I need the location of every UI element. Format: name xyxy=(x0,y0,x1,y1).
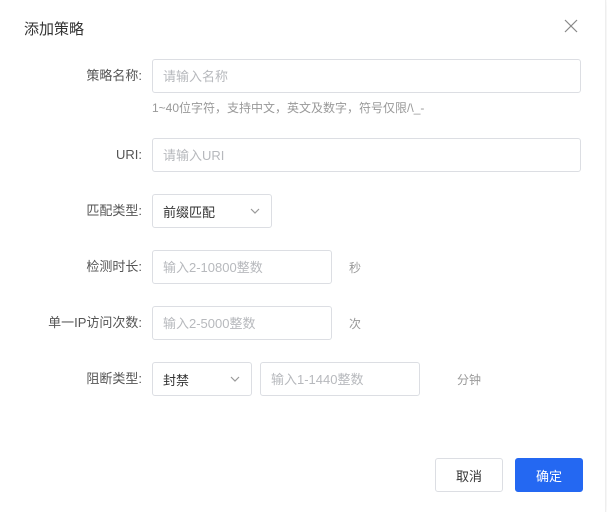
match-type-select[interactable]: 前缀匹配 xyxy=(152,194,272,228)
ip-count-suffix: 次 xyxy=(349,315,361,332)
label-uri: URI: xyxy=(24,138,152,172)
row-policy-name: 策略名称: 1~40位字符，支持中文，英文及数字，符号仅限/\_- xyxy=(24,59,581,116)
block-type-select[interactable]: 封禁 xyxy=(152,362,252,396)
detect-duration-wrapper: 秒 xyxy=(152,250,332,284)
block-type-value: 封禁 xyxy=(163,370,189,389)
row-detect-duration: 检测时长: 秒 xyxy=(24,250,581,284)
dialog-header: 添加策略 xyxy=(0,0,605,39)
close-button[interactable] xyxy=(561,19,581,39)
cancel-button[interactable]: 取消 xyxy=(435,458,503,492)
dialog-footer: 取消 确定 xyxy=(0,441,605,512)
ip-count-wrapper: 次 xyxy=(152,306,332,340)
row-ip-count: 单一IP访问次数: 次 xyxy=(24,306,581,340)
detect-duration-suffix: 秒 xyxy=(349,259,361,276)
add-policy-dialog: 添加策略 策略名称: 1~40位字符，支持中文，英文及数字，符号仅限/\_- U… xyxy=(0,0,606,512)
close-icon xyxy=(564,19,578,38)
label-match-type: 匹配类型: xyxy=(24,194,152,228)
match-type-value: 前缀匹配 xyxy=(163,202,215,221)
confirm-button[interactable]: 确定 xyxy=(515,458,583,492)
row-block-type: 阻断类型: 封禁 分钟 xyxy=(24,362,581,396)
block-duration-suffix: 分钟 xyxy=(457,371,481,388)
policy-name-input[interactable] xyxy=(152,59,581,93)
label-detect-duration: 检测时长: xyxy=(24,250,152,284)
row-uri: URI: xyxy=(24,138,581,172)
ip-count-input[interactable] xyxy=(153,307,349,339)
uri-input[interactable] xyxy=(152,138,581,172)
label-policy-name: 策略名称: xyxy=(24,59,152,93)
label-block-type: 阻断类型: xyxy=(24,362,152,396)
detect-duration-input[interactable] xyxy=(153,251,349,283)
row-match-type: 匹配类型: 前缀匹配 xyxy=(24,194,581,228)
dialog-body: 策略名称: 1~40位字符，支持中文，英文及数字，符号仅限/\_- URI: 匹… xyxy=(0,39,605,441)
chevron-down-icon xyxy=(249,205,261,217)
label-ip-count: 单一IP访问次数: xyxy=(24,306,152,340)
dialog-title: 添加策略 xyxy=(24,18,84,39)
policy-name-hint: 1~40位字符，支持中文，英文及数字，符号仅限/\_- xyxy=(152,99,581,116)
block-duration-wrapper: 分钟 xyxy=(260,362,420,396)
block-duration-input[interactable] xyxy=(261,363,457,395)
chevron-down-icon xyxy=(229,373,241,385)
